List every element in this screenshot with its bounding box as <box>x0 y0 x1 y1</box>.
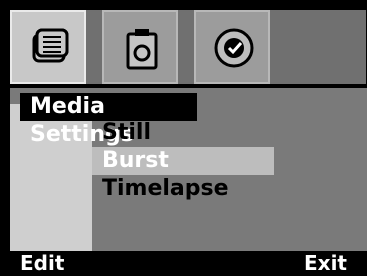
menu-item-still[interactable]: Still <box>92 119 274 147</box>
tab-bar <box>0 0 367 88</box>
tab-strip <box>10 10 366 84</box>
camera-icon <box>126 29 158 70</box>
media-list-icon <box>32 28 69 63</box>
edit-softkey[interactable]: Edit <box>20 251 64 276</box>
tab-confirm[interactable] <box>194 10 270 84</box>
menu-item-timelapse[interactable]: Timelapse <box>92 175 274 203</box>
camera-menu-screen: Media Settings Still Burst Timelapse Edi… <box>0 0 367 276</box>
checkmark-icon <box>214 28 254 68</box>
tab-camera[interactable] <box>102 10 178 84</box>
tab-media-settings[interactable] <box>10 10 86 84</box>
menu-item-burst[interactable]: Burst <box>92 147 274 175</box>
menu-title: Media Settings <box>20 93 197 147</box>
exit-softkey[interactable]: Exit <box>304 251 347 276</box>
